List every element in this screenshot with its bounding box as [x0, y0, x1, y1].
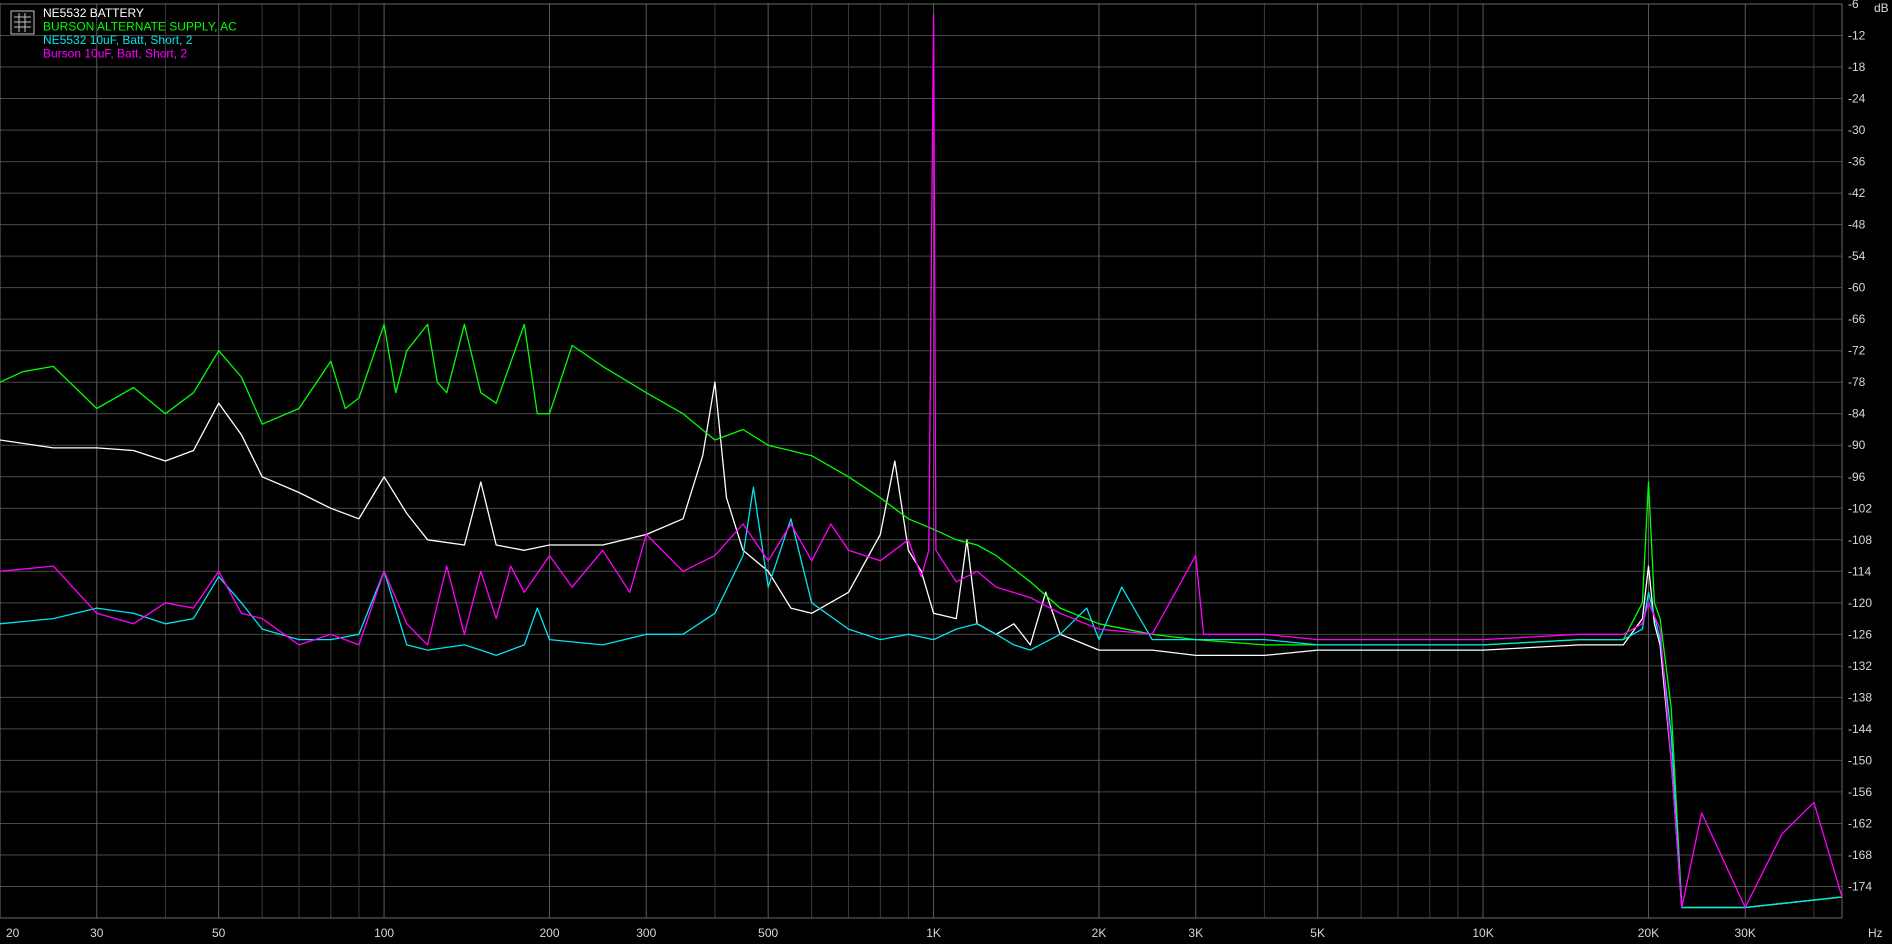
x-tick-label: 5K [1310, 926, 1325, 940]
y-tick-label: -36 [1848, 155, 1866, 169]
x-unit-label: Hz [1868, 926, 1883, 940]
legend-entry: BURSON ALTERNATE SUPPLY, AC [43, 20, 237, 34]
y-tick-label: -24 [1848, 92, 1866, 106]
y-tick-label: -108 [1848, 533, 1872, 547]
chart-background [0, 0, 1892, 944]
x-tick-label: 3K [1188, 926, 1203, 940]
x-tick-label: 200 [539, 926, 559, 940]
y-tick-label: -168 [1848, 848, 1872, 862]
x-tick-label: 2K [1092, 926, 1107, 940]
x-tick-label: 300 [636, 926, 656, 940]
y-tick-label: -54 [1848, 249, 1866, 263]
y-tick-label: -48 [1848, 218, 1866, 232]
y-tick-label: -102 [1848, 501, 1872, 515]
y-tick-label: -114 [1848, 564, 1871, 578]
y-tick-label: -174 [1848, 879, 1872, 893]
y-tick-label: -162 [1848, 816, 1872, 830]
y-tick-label: -66 [1848, 312, 1866, 326]
y-tick-label: -156 [1848, 785, 1872, 799]
y-tick-label: -96 [1848, 470, 1866, 484]
x-tick-label: 500 [758, 926, 778, 940]
legend-entry: Burson 10uF, Batt, Short, 2 [43, 47, 187, 61]
legend-entry: NE5532 10uF, Batt, Short, 2 [43, 33, 193, 47]
y-tick-label: -120 [1848, 596, 1872, 610]
y-tick-label: -6 [1848, 0, 1859, 11]
y-tick-label: -42 [1848, 186, 1866, 200]
y-tick-label: -12 [1848, 29, 1866, 43]
x-tick-label: 30 [90, 926, 104, 940]
x-tick-label: 10K [1472, 926, 1493, 940]
y-tick-label: -90 [1848, 438, 1866, 452]
y-tick-label: -84 [1848, 407, 1866, 421]
x-tick-label: 100 [374, 926, 394, 940]
y-tick-label: -18 [1848, 60, 1866, 74]
y-tick-label: -126 [1848, 627, 1872, 641]
spectrum-chart: -6 -12 -18 -24 -30 -36 -42 -48 -54 -60 -66 -72 -78 -8… [0, 0, 1892, 944]
x-tick-label: 50 [212, 926, 226, 940]
x-tick-label: 30K [1735, 926, 1756, 940]
x-tick-label: 20 [6, 926, 20, 940]
y-tick-label: -144 [1848, 722, 1872, 736]
y-unit-label: dB [1874, 1, 1889, 15]
y-tick-label: -132 [1848, 659, 1872, 673]
x-tick-label: 20K [1638, 926, 1659, 940]
legend-entry: NE5532 BATTERY [43, 6, 144, 20]
y-tick-label: -72 [1848, 344, 1866, 358]
y-tick-label: -78 [1848, 375, 1866, 389]
graph-icon [10, 10, 35, 35]
y-tick-label: -138 [1848, 690, 1872, 704]
x-tick-label: 1K [926, 926, 941, 940]
y-tick-label: -60 [1848, 281, 1866, 295]
y-tick-label: -30 [1848, 123, 1866, 137]
y-tick-label: -150 [1848, 753, 1872, 767]
